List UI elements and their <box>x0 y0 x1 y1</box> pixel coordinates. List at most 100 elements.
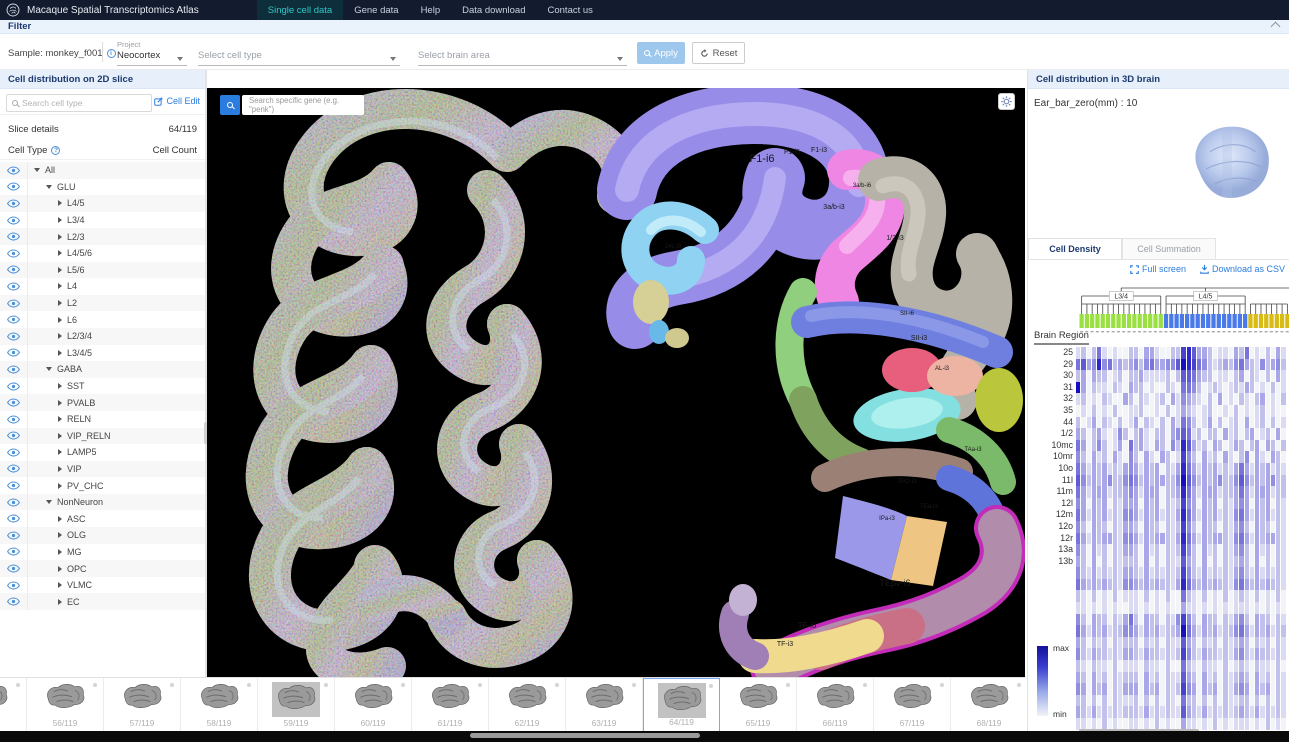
caret-right-icon[interactable] <box>58 383 62 389</box>
caret-right-icon[interactable] <box>58 350 62 356</box>
visibility-toggle[interactable] <box>0 162 28 179</box>
caret-right-icon[interactable] <box>58 200 62 206</box>
tree-item-gaba[interactable]: GABA <box>28 361 205 378</box>
tree-item-l4[interactable]: L4 <box>28 278 205 295</box>
slice-thumbnail-61-119[interactable]: 61/119 <box>412 678 489 731</box>
tree-item-sst[interactable]: SST <box>28 378 205 395</box>
caret-down-icon[interactable] <box>46 185 52 189</box>
tab-cell-density[interactable]: Cell Density <box>1028 238 1122 259</box>
cell-type-search-input[interactable]: Search cell type <box>6 94 152 112</box>
visibility-toggle[interactable] <box>0 361 28 378</box>
tree-item-l4-5-6[interactable]: L4/5/6 <box>28 245 205 262</box>
slice-thumbnail-67-119[interactable]: 67/119 <box>874 678 951 731</box>
slice-thumbnail-59-119[interactable]: 59/119 <box>258 678 335 731</box>
visibility-toggle[interactable] <box>0 179 28 196</box>
slice-thumbnail-64-119[interactable]: 64/119 <box>643 678 720 731</box>
tree-item-lamp5[interactable]: LAMP5 <box>28 444 205 461</box>
cell-edit-button[interactable]: Cell Edit <box>154 96 200 106</box>
reset-button[interactable]: Reset <box>692 42 745 64</box>
tree-item-l5-6[interactable]: L5/6 <box>28 262 205 279</box>
caret-right-icon[interactable] <box>58 217 62 223</box>
visibility-toggle[interactable] <box>0 245 28 262</box>
visibility-toggle[interactable] <box>0 560 28 577</box>
caret-right-icon[interactable] <box>58 566 62 572</box>
tree-item-l2-3-4[interactable]: L2/3/4 <box>28 328 205 345</box>
gene-search-button[interactable] <box>220 95 240 115</box>
tree-item-glu[interactable]: GLU <box>28 179 205 196</box>
slice-thumbnail-55-119[interactable]: 55/119 <box>0 678 27 731</box>
nav-item-gene-data[interactable]: Gene data <box>343 0 409 20</box>
tree-item-olg[interactable]: OLG <box>28 527 205 544</box>
collapse-chevron-icon[interactable] <box>1271 22 1281 32</box>
tree-item-asc[interactable]: ASC <box>28 510 205 527</box>
visibility-toggle[interactable] <box>0 411 28 428</box>
tree-item-vip-reln[interactable]: VIP_RELN <box>28 428 205 445</box>
tree-item-nonneuron[interactable]: NonNeuron <box>28 494 205 511</box>
tree-item-l3-4-5[interactable]: L3/4/5 <box>28 345 205 362</box>
tree-item-reln[interactable]: RELN <box>28 411 205 428</box>
nav-item-help[interactable]: Help <box>410 0 452 20</box>
slice-thumbnail-57-119[interactable]: 57/119 <box>104 678 181 731</box>
brain-3d-preview[interactable] <box>1181 114 1277 223</box>
caret-right-icon[interactable] <box>58 267 62 273</box>
slice-thumbnail-62-119[interactable]: 62/119 <box>489 678 566 731</box>
visibility-toggle[interactable] <box>0 544 28 561</box>
visibility-toggle[interactable] <box>0 378 28 395</box>
visibility-toggle[interactable] <box>0 195 28 212</box>
slice-canvas[interactable]: Search specific gene (e.g. "penk") <box>207 88 1025 677</box>
gene-search-input[interactable]: Search specific gene (e.g. "penk") <box>242 95 364 115</box>
caret-right-icon[interactable] <box>58 317 62 323</box>
caret-right-icon[interactable] <box>58 516 62 522</box>
caret-right-icon[interactable] <box>58 283 62 289</box>
slice-thumbnail-56-119[interactable]: 56/119 <box>27 678 104 731</box>
caret-down-icon[interactable] <box>46 367 52 371</box>
tree-item-l2[interactable]: L2 <box>28 295 205 312</box>
cell-type-select[interactable]: Select cell type <box>198 40 400 66</box>
caret-right-icon[interactable] <box>58 433 62 439</box>
visibility-toggle[interactable] <box>0 345 28 362</box>
tree-item-opc[interactable]: OPC <box>28 560 205 577</box>
visibility-toggle[interactable] <box>0 593 28 610</box>
caret-right-icon[interactable] <box>58 234 62 240</box>
caret-right-icon[interactable] <box>58 250 62 256</box>
tree-item-mg[interactable]: MG <box>28 544 205 561</box>
caret-right-icon[interactable] <box>58 466 62 472</box>
visibility-toggle[interactable] <box>0 212 28 229</box>
cell-density-heatmap[interactable]: 252930313235441/210mc10mr10o11l11m12l12m… <box>1028 347 1289 730</box>
visibility-toggle[interactable] <box>0 394 28 411</box>
caret-down-icon[interactable] <box>34 168 40 172</box>
visibility-toggle[interactable] <box>0 510 28 527</box>
tree-item-all[interactable]: All <box>28 162 205 179</box>
info-icon[interactable]: i <box>107 49 116 58</box>
caret-right-icon[interactable] <box>58 532 62 538</box>
help-icon[interactable]: ? <box>51 146 60 155</box>
tree-item-ec[interactable]: EC <box>28 593 205 610</box>
tree-item-l4-5[interactable]: L4/5 <box>28 195 205 212</box>
visibility-toggle[interactable] <box>0 278 28 295</box>
slice-thumbnail-63-119[interactable]: 63/119 <box>566 678 643 731</box>
tree-item-l6[interactable]: L6 <box>28 311 205 328</box>
visibility-toggle[interactable] <box>0 311 28 328</box>
visibility-toggle[interactable] <box>0 577 28 594</box>
fullscreen-button[interactable]: Full screen <box>1130 264 1186 274</box>
tree-item-l3-4[interactable]: L3/4 <box>28 212 205 229</box>
caret-right-icon[interactable] <box>58 599 62 605</box>
nav-item-single-cell-data[interactable]: Single cell data <box>257 0 343 20</box>
caret-right-icon[interactable] <box>58 549 62 555</box>
tree-item-l2-3[interactable]: L2/3 <box>28 228 205 245</box>
caret-right-icon[interactable] <box>58 416 62 422</box>
caret-right-icon[interactable] <box>58 400 62 406</box>
nav-item-data-download[interactable]: Data download <box>451 0 536 20</box>
visibility-toggle[interactable] <box>0 444 28 461</box>
visibility-toggle[interactable] <box>0 494 28 511</box>
tab-cell-summation[interactable]: Cell Summation <box>1122 238 1216 259</box>
visibility-toggle[interactable] <box>0 428 28 445</box>
caret-right-icon[interactable] <box>58 449 62 455</box>
slice-thumbnail-65-119[interactable]: 65/119 <box>720 678 797 731</box>
slice-thumbnail-60-119[interactable]: 60/119 <box>335 678 412 731</box>
slice-thumbnail-66-119[interactable]: 66/119 <box>797 678 874 731</box>
tree-item-pv-chc[interactable]: PV_CHC <box>28 477 205 494</box>
caret-down-icon[interactable] <box>46 500 52 504</box>
caret-right-icon[interactable] <box>58 483 62 489</box>
apply-button[interactable]: Apply <box>637 42 685 64</box>
